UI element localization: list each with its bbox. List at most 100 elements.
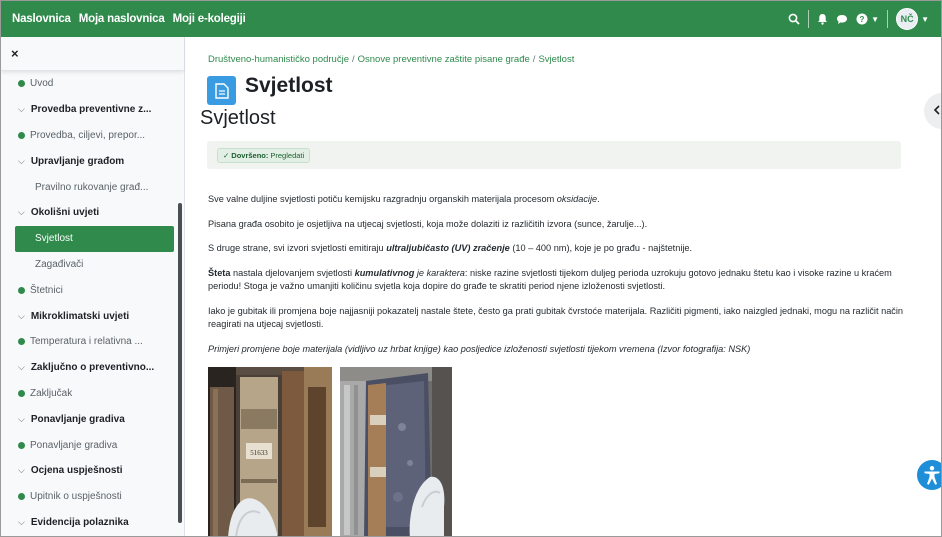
course-index: Uvod ⌵ Provedba preventivne z... Provedba… bbox=[1, 71, 179, 535]
paragraph: Pisana građa osobito je osjetljiva na ut… bbox=[208, 218, 648, 229]
photo-caption: Primjeri promjene boje materijala (vidlj… bbox=[208, 343, 751, 354]
course-index-section-label: Mikroklimatski uvjeti bbox=[30, 310, 130, 322]
chevron-down-icon[interactable]: ⌵ bbox=[18, 362, 25, 373]
page-frame: Naslovnica Moja naslovnica Moji e-kolegi… bbox=[0, 0, 942, 537]
course-index-section-label: Evidencija polaznika bbox=[30, 516, 129, 528]
breadcrumb-link[interactable]: Osnove preventivne zaštite pisane građe bbox=[358, 54, 530, 65]
svg-text:51633: 51633 bbox=[250, 449, 268, 457]
breadcrumb-link[interactable]: Društveno-humanističko područje bbox=[208, 54, 349, 65]
course-index-item-label: Ponavljanje gradiva bbox=[30, 439, 118, 451]
navbar-actions: ? ▼ NČ ▼ bbox=[788, 1, 929, 37]
drawer-scrollbar[interactable] bbox=[178, 203, 182, 523]
course-index-item[interactable]: Štetnici bbox=[1, 277, 179, 303]
nav-link-my-courses[interactable]: Moji e-kolegiji bbox=[173, 13, 246, 25]
completion-dot-icon bbox=[18, 131, 25, 139]
bell-icon[interactable] bbox=[817, 13, 828, 25]
course-index-item[interactable]: Zaključak bbox=[1, 381, 179, 407]
activity-completion-bar: ✓ Dovršeno: Pregledati bbox=[207, 141, 901, 169]
nav-link-dashboard[interactable]: Moja naslovnica bbox=[79, 13, 165, 25]
course-index-section-label: Provedba preventivne z... bbox=[30, 104, 152, 116]
user-menu-chevron-down-icon[interactable]: ▼ bbox=[921, 15, 929, 24]
chevron-left-icon[interactable] bbox=[933, 102, 940, 120]
course-index-item[interactable]: Pravilno rukovanje građ... bbox=[1, 174, 179, 200]
course-index-section[interactable]: ⌵ Ponavljanje gradiva bbox=[1, 406, 179, 432]
drawer-header: × bbox=[1, 37, 184, 71]
navbar-divider bbox=[808, 10, 810, 28]
course-index-section[interactable]: ⌵ Zaključno o preventivno... bbox=[1, 355, 179, 381]
avatar[interactable]: NČ bbox=[896, 8, 919, 30]
course-index-item[interactable]: Upitnik o uspješnosti bbox=[1, 484, 179, 510]
course-index-section-label: Upravljanje građom bbox=[30, 155, 125, 167]
chevron-down-icon[interactable]: ⌵ bbox=[18, 414, 25, 425]
course-index-item-label: Zagađivači bbox=[35, 258, 84, 270]
svg-text:?: ? bbox=[860, 15, 865, 24]
breadcrumb: Društveno-humanističko područje / Osnove p… bbox=[208, 54, 574, 65]
course-index-drawer: × Uvod ⌵ Provedba preventivne z... Proved… bbox=[1, 37, 185, 536]
completion-value: Pregledati bbox=[270, 151, 305, 160]
course-index-item-label: Zaključak bbox=[30, 387, 73, 399]
chat-icon[interactable] bbox=[836, 14, 848, 25]
completion-dot-icon bbox=[18, 80, 25, 88]
course-index-section-label: Ocjena uspješnosti bbox=[30, 465, 123, 477]
course-index-item[interactable]: Provedba, ciljevi, prepor... bbox=[1, 123, 179, 149]
chevron-down-icon[interactable]: ⌵ bbox=[18, 207, 25, 218]
paragraph: Iako je gubitak ili promjena boje najjas… bbox=[208, 305, 904, 330]
chevron-down-icon[interactable]: ⌵ bbox=[18, 517, 25, 528]
course-index-section[interactable]: ⌵ Upravljanje građom bbox=[1, 148, 179, 174]
completion-dot-icon bbox=[18, 493, 25, 501]
page-title: Svjetlost bbox=[200, 107, 276, 129]
course-index-item[interactable]: Uvod bbox=[1, 71, 179, 97]
course-index-item-label: Upitnik o uspješnosti bbox=[30, 491, 122, 503]
course-index-section-label: Ponavljanje gradiva bbox=[30, 413, 125, 425]
course-index-item-label: Uvod bbox=[30, 78, 54, 90]
chevron-down-icon[interactable]: ⌵ bbox=[18, 104, 25, 115]
course-index-item-label: Štetnici bbox=[30, 284, 63, 296]
completion-dot-icon bbox=[18, 389, 25, 397]
completion-dot-icon bbox=[18, 338, 25, 346]
course-index-section[interactable]: ⌵ Ocjena uspješnosti bbox=[1, 458, 179, 484]
text: (10 – 400 nm), koje je po građu - najšte… bbox=[509, 243, 693, 253]
breadcrumb-separator: / bbox=[351, 54, 355, 65]
completion-badge: ✓ Dovršeno: Pregledati bbox=[217, 148, 311, 163]
paragraph: Šteta nastala djelovanjem svjetlosti kum… bbox=[208, 267, 908, 294]
emphasis: Šteta bbox=[208, 267, 231, 278]
main-content: Društveno-humanističko područje / Osnove p… bbox=[186, 37, 941, 536]
course-index-section[interactable]: ⌵ Mikroklimatski uvjeti bbox=[1, 303, 179, 329]
completion-label: Dovršeno: bbox=[231, 151, 269, 160]
text: Sve valne duljine svjetlosti potiču kemi… bbox=[208, 194, 557, 204]
course-index-item-label: Svjetlost bbox=[35, 233, 73, 245]
course-index-item[interactable]: Zagađivači bbox=[1, 252, 179, 278]
book-photo-1: 51633 bbox=[208, 367, 332, 536]
course-index-section-label: Okolišni uvjeti bbox=[30, 207, 100, 219]
text: nastala djelovanjem svjetlosti bbox=[230, 267, 355, 278]
course-index-item-active[interactable]: Svjetlost bbox=[15, 225, 174, 252]
completion-dot-icon bbox=[18, 286, 25, 294]
course-index-section[interactable]: ⌵ Evidencija polaznika bbox=[1, 510, 179, 536]
chevron-down-icon[interactable]: ⌵ bbox=[18, 156, 25, 167]
emphasis: oksidacije bbox=[556, 194, 598, 204]
course-index-item[interactable]: Temperatura i relativna ... bbox=[1, 329, 179, 355]
accessibility-button[interactable] bbox=[917, 460, 941, 490]
accessibility-icon bbox=[924, 466, 940, 485]
close-icon[interactable]: × bbox=[11, 46, 19, 61]
search-icon[interactable] bbox=[788, 13, 800, 25]
course-index-section-label: Zaključno o preventivno... bbox=[30, 362, 155, 374]
course-index-section[interactable]: ⌵ Okolišni uvjeti bbox=[1, 200, 179, 226]
help-chevron-down-icon[interactable]: ▼ bbox=[871, 15, 879, 24]
page-activity-icon bbox=[207, 76, 236, 105]
activity-title: Svjetlost bbox=[245, 74, 333, 97]
text: . bbox=[597, 194, 600, 204]
breadcrumb-link[interactable]: Svjetlost bbox=[538, 54, 574, 65]
nav-link-home[interactable]: Naslovnica bbox=[12, 13, 71, 25]
emphasis: je karaktera bbox=[414, 267, 465, 278]
text: S druge strane, svi izvori svjetlosti em… bbox=[208, 243, 387, 253]
navbar-divider bbox=[887, 10, 889, 28]
chevron-down-icon[interactable]: ⌵ bbox=[18, 465, 25, 476]
course-index-item[interactable]: Ponavljanje gradiva bbox=[1, 432, 179, 458]
breadcrumb-separator: / bbox=[532, 54, 536, 65]
help-icon[interactable]: ? bbox=[856, 13, 868, 25]
primary-navigation: Naslovnica Moja naslovnica Moji e-kolegi… bbox=[1, 13, 246, 25]
chevron-down-icon[interactable]: ⌵ bbox=[18, 311, 25, 322]
emphasis: kumulativnog bbox=[354, 267, 415, 278]
course-index-section[interactable]: ⌵ Provedba preventivne z... bbox=[1, 97, 179, 123]
